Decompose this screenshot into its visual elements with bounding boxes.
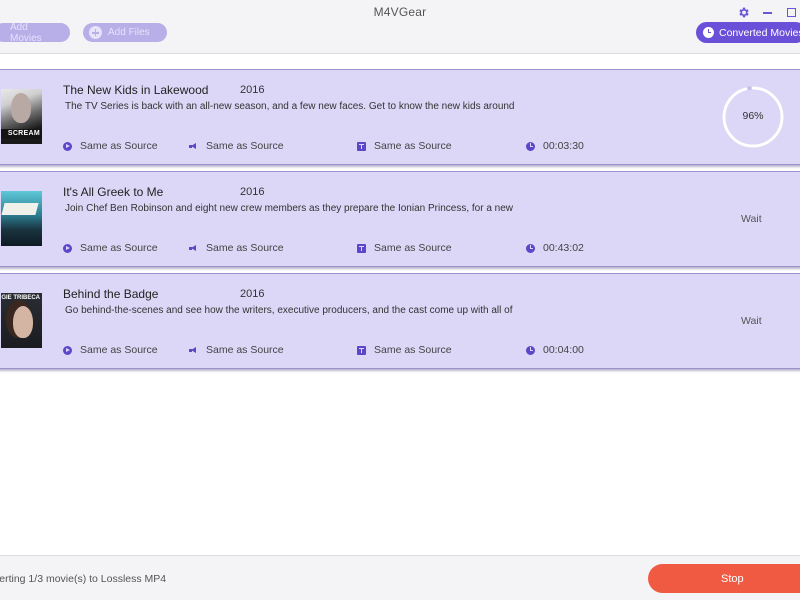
conversion-status: verting 1/3 movie(s) to Lossless MP4 [0,573,167,585]
duration-label: 00:03:30 [543,140,584,152]
maximize-icon[interactable] [783,5,799,19]
audio-setting[interactable]: Same as Source [189,344,284,356]
video-setting[interactable]: Same as Source [63,140,158,152]
audio-setting[interactable]: Same as Source [189,242,284,254]
add-files-label: Add Files [108,27,150,38]
footer-bar: verting 1/3 movie(s) to Lossless MP4 Sto… [0,555,800,600]
duration: 00:03:30 [526,140,584,152]
movie-title: It's All Greek to Me [63,185,164,199]
converted-movies-label: Converted Movies [719,26,800,39]
audio-setting-label: Same as Source [206,140,284,152]
thumbnail-text: SCREAM [7,130,40,137]
movie-thumbnail [1,191,42,246]
subtitle-icon [357,345,366,355]
subtitle-setting-label: Same as Source [374,140,452,152]
title-bar: M4VGear Add Movies Add Files Converted M… [0,0,800,54]
speaker-icon [189,244,198,253]
subtitle-icon [357,141,366,151]
movie-title: The New Kids in Lakewood [63,83,209,97]
audio-setting-label: Same as Source [206,344,284,356]
movie-description: Go behind-the-scenes and see how the wri… [65,305,513,316]
video-setting[interactable]: Same as Source [63,344,158,356]
video-setting-label: Same as Source [80,344,158,356]
speaker-icon [189,142,198,151]
duration: 00:43:02 [526,242,584,254]
audio-setting-label: Same as Source [206,242,284,254]
speaker-icon [189,346,198,355]
progress-label: 96% [742,110,764,122]
movie-description: The TV Series is back with an all-new se… [65,101,515,112]
movie-description: Join Chef Ben Robinson and eight new cre… [65,203,514,214]
movie-thumbnail: SCREAM [1,89,42,144]
movie-year: 2016 [240,84,265,96]
progress-ring: 96% [721,85,785,149]
video-icon [63,141,72,151]
plus-icon [89,26,102,39]
stop-label: Stop [721,572,744,585]
add-movies-label: Add Movies [10,21,42,44]
gear-icon[interactable] [735,5,751,19]
audio-setting[interactable]: Same as Source [189,140,284,152]
subtitle-icon [357,243,366,253]
movie-year: 2016 [240,288,265,300]
stop-button[interactable]: Stop [648,564,800,593]
clock-icon [526,243,535,253]
video-setting[interactable]: Same as Source [63,242,158,254]
movie-item[interactable]: GIE TRIBECA Behind the Badge 2016 Go beh… [0,273,800,369]
clock-icon [526,345,535,355]
subtitle-setting[interactable]: Same as Source [357,344,452,356]
movie-item[interactable]: It's All Greek to Me 2016 Join Chef Ben … [0,171,800,267]
add-files-button[interactable]: Add Files [83,23,167,42]
status-wait: Wait [741,213,762,225]
app-title: M4VGear [373,5,427,19]
movie-thumbnail: GIE TRIBECA [1,293,42,348]
minimize-icon[interactable] [759,5,775,19]
video-icon [63,345,72,355]
video-setting-label: Same as Source [80,140,158,152]
status-wait: Wait [741,315,762,327]
subtitle-setting-label: Same as Source [374,344,452,356]
duration-label: 00:04:00 [543,344,584,356]
duration: 00:04:00 [526,344,584,356]
video-icon [63,243,72,253]
subtitle-setting[interactable]: Same as Source [357,140,452,152]
subtitle-setting-label: Same as Source [374,242,452,254]
video-setting-label: Same as Source [80,242,158,254]
clock-icon [526,141,535,151]
subtitle-setting[interactable]: Same as Source [357,242,452,254]
movie-title: Behind the Badge [63,287,159,301]
thumbnail-text: GIE TRIBECA [1,295,40,301]
add-movies-button[interactable]: Add Movies [0,21,70,44]
movie-item[interactable]: SCREAM The New Kids in Lakewood 2016 The… [0,69,800,165]
converted-movies-button[interactable]: Converted Movies [696,22,800,43]
duration-label: 00:43:02 [543,242,584,254]
movie-year: 2016 [240,186,265,198]
clock-icon [703,27,714,38]
